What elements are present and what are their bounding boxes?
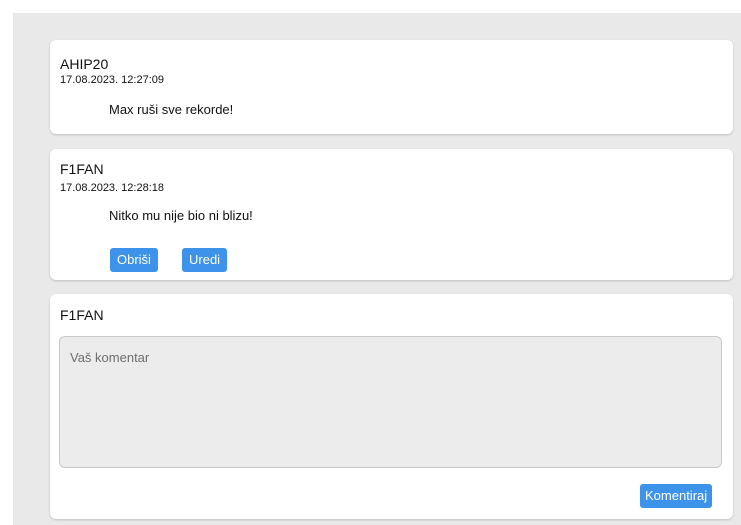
comment-date: 17.08.2023. 12:28:18 <box>60 182 164 194</box>
comment-text: Max ruši sve rekorde! <box>109 102 234 117</box>
new-comment-card: F1FAN Vaš komentar Komentiraj <box>50 294 733 519</box>
current-username: F1FAN <box>60 307 104 323</box>
comment-input[interactable]: Vaš komentar <box>59 336 722 468</box>
comment-username: AHIP20 <box>60 56 109 72</box>
comment-card: F1FAN 17.08.2023. 12:28:18 Nitko mu nije… <box>50 149 733 280</box>
edit-button[interactable]: Uredi <box>182 248 228 272</box>
comment-date: 17.08.2023. 12:27:09 <box>60 74 164 86</box>
comment-input-placeholder: Vaš komentar <box>70 350 150 365</box>
comment-card: AHIP20 17.08.2023. 12:27:09 Max ruši sve… <box>50 40 733 134</box>
delete-button[interactable]: Obriši <box>110 248 158 272</box>
comment-text: Nitko mu nije bio ni blizu! <box>109 208 253 223</box>
submit-comment-button[interactable]: Komentiraj <box>640 484 713 508</box>
comment-username: F1FAN <box>60 161 104 177</box>
